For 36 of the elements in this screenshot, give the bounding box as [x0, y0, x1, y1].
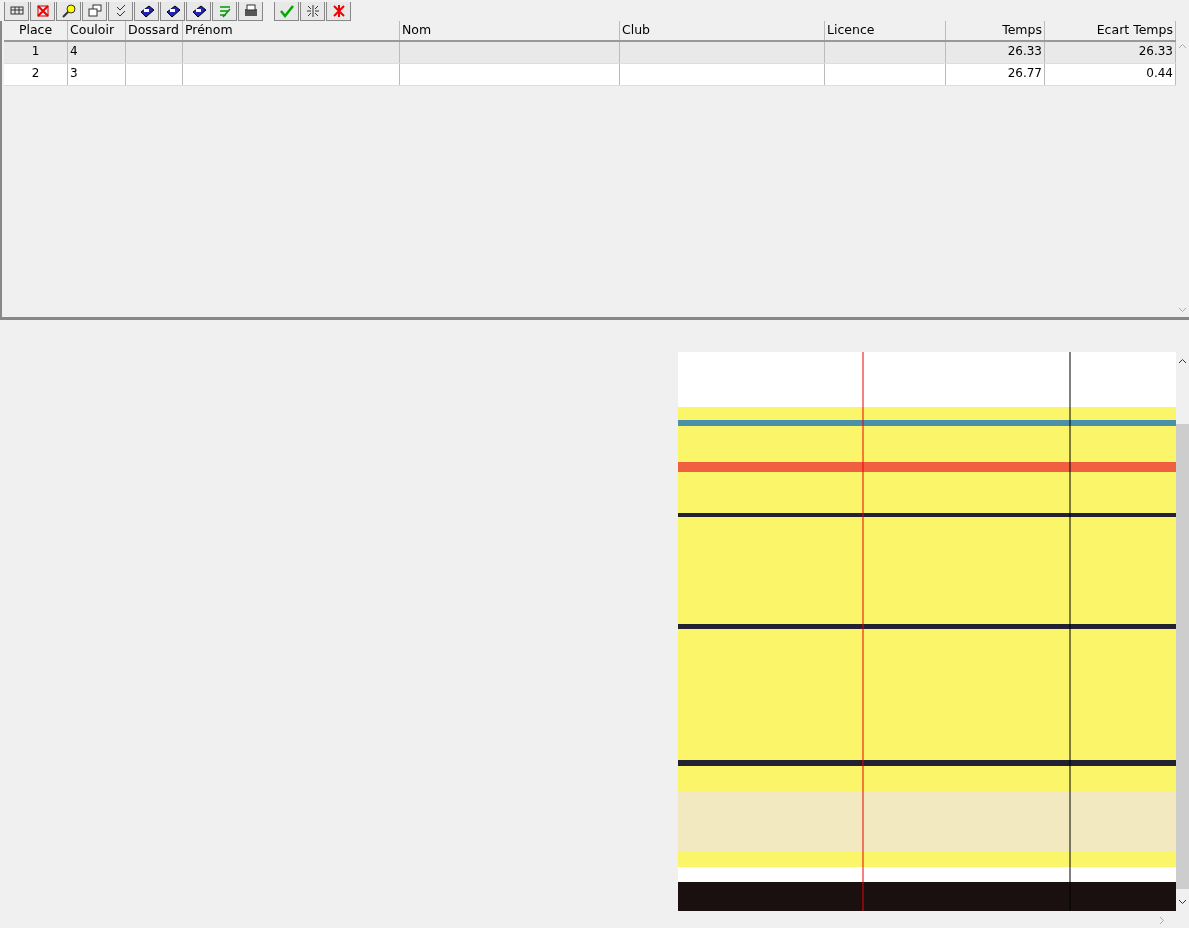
toolbar-button[interactable]	[186, 2, 211, 21]
column-header[interactable]: Dossard	[126, 21, 183, 40]
column-header[interactable]: Couloir	[68, 21, 126, 40]
grid-icon	[8, 4, 25, 18]
toolbar-button[interactable]	[300, 2, 325, 21]
table-cell: 4	[70, 44, 78, 58]
table-cell: 2	[31, 66, 40, 80]
cross-icon	[330, 4, 347, 18]
column-header[interactable]: Licence	[825, 21, 946, 40]
column-header[interactable]: Club	[620, 21, 825, 40]
column-header[interactable]: Nom	[400, 21, 620, 40]
table-cell: 26.33	[1007, 44, 1042, 58]
column-header[interactable]: Temps	[946, 21, 1045, 40]
table-row[interactable]: 1 4 26.33 26.33	[4, 42, 1176, 64]
table-row[interactable]: 2 3 26.77 0.44	[4, 64, 1176, 86]
toolbar-button[interactable]	[56, 2, 81, 21]
checkmark-icon	[278, 4, 295, 18]
scroll-down-icon[interactable]	[1178, 899, 1187, 905]
toolbar-button[interactable]	[160, 2, 185, 21]
table-cell: 26.77	[1007, 66, 1042, 80]
toolbar-button[interactable]	[134, 2, 159, 21]
table-cell: 3	[70, 66, 78, 80]
delete-icon	[34, 4, 51, 18]
column-header[interactable]: Place	[4, 21, 68, 40]
table-cell: 1	[31, 44, 40, 58]
toolbar-button[interactable]	[238, 2, 263, 21]
column-header[interactable]: Ecart Temps	[1045, 21, 1176, 40]
magnifier-icon	[60, 4, 77, 18]
windows-icon	[86, 4, 103, 18]
burst-icon	[304, 4, 321, 18]
scroll-up-icon[interactable]	[1178, 358, 1187, 364]
printer-icon	[242, 4, 259, 18]
column-header[interactable]: Prénom	[183, 21, 400, 40]
toolbar-button[interactable]	[108, 2, 133, 21]
table-cell: 0.44	[1146, 66, 1173, 80]
table-cell: 26.33	[1138, 44, 1173, 58]
